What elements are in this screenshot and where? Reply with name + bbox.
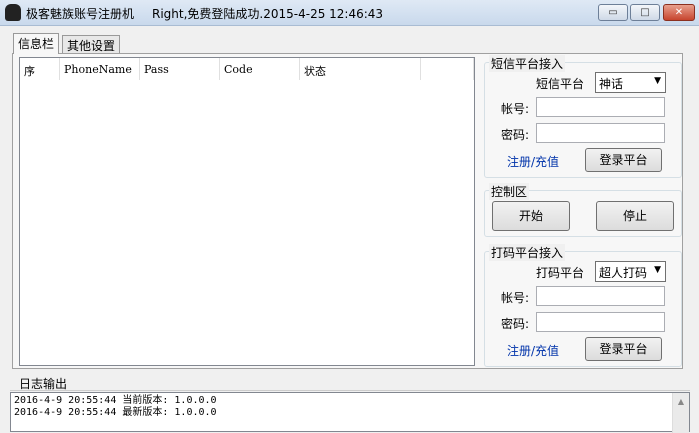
title-bar: 极客魅族账号注册机 Right,免费登陆成功.2015-4-25 12:46:4…	[0, 0, 699, 26]
app-icon	[5, 4, 21, 21]
captcha-platform-value: 超人打码	[599, 266, 648, 280]
log-line: 2016-4-9 20:55:44 当前版本: 1.0.0.0	[14, 395, 217, 406]
log-scrollbar[interactable]: ▲	[672, 393, 689, 433]
log-line: 2016-4-9 20:55:44 最新版本: 1.0.0.0	[14, 407, 217, 418]
log-output[interactable]: 2016-4-9 20:55:44 当前版本: 1.0.0.0 2016-4-9…	[10, 392, 690, 433]
captcha-group-title: 打码平台接入	[489, 244, 566, 261]
captcha-account-label: 帐号:	[501, 291, 530, 305]
sms-register-link[interactable]: 注册/充值	[507, 153, 559, 170]
column-header[interactable]: Code	[220, 58, 300, 80]
sms-password-label: 密码:	[501, 128, 530, 142]
maximize-button[interactable]: □	[630, 4, 660, 21]
tab-other-settings[interactable]: 其他设置	[62, 35, 121, 53]
captcha-platform-select[interactable]: 超人打码 ▼	[595, 261, 666, 282]
sms-account-label: 帐号:	[501, 102, 530, 116]
captcha-account-input[interactable]	[536, 286, 665, 306]
sms-login-button[interactable]: 登录平台	[585, 148, 662, 172]
captcha-register-link[interactable]: 注册/充值	[507, 342, 559, 359]
sms-group-title: 短信平台接入	[489, 55, 566, 72]
close-button[interactable]: ✕	[663, 4, 695, 21]
status-text: Right,免费登陆成功.2015-4-25 12:46:43	[152, 7, 384, 21]
column-header[interactable]: Pass	[140, 58, 220, 80]
minimize-button[interactable]: ▭	[598, 4, 628, 21]
account-table[interactable]: 序 PhoneName Pass Code 状态	[19, 57, 475, 366]
window-title: 极客魅族账号注册机	[26, 7, 135, 21]
tab-info[interactable]: 信息栏	[13, 33, 60, 54]
control-group-title: 控制区	[489, 183, 530, 200]
sms-platform-value: 神话	[599, 77, 624, 91]
chevron-down-icon: ▼	[654, 265, 661, 275]
column-header[interactable]: 序	[20, 58, 60, 80]
sms-platform-select[interactable]: 神话 ▼	[595, 72, 666, 93]
start-button[interactable]: 开始	[492, 201, 570, 231]
sms-platform-label: 短信平台	[536, 77, 585, 91]
column-header-filler	[421, 58, 474, 80]
log-divider	[10, 390, 690, 391]
column-header[interactable]: 状态	[300, 58, 421, 80]
sms-password-input[interactable]	[536, 123, 665, 143]
captcha-password-input[interactable]	[536, 312, 665, 332]
stop-button[interactable]: 停止	[596, 201, 674, 231]
captcha-platform-label: 打码平台	[536, 266, 585, 280]
column-header[interactable]: PhoneName	[60, 58, 140, 80]
captcha-login-button[interactable]: 登录平台	[585, 337, 662, 361]
sms-account-input[interactable]	[536, 97, 665, 117]
captcha-password-label: 密码:	[501, 317, 530, 331]
chevron-down-icon: ▼	[654, 76, 661, 86]
